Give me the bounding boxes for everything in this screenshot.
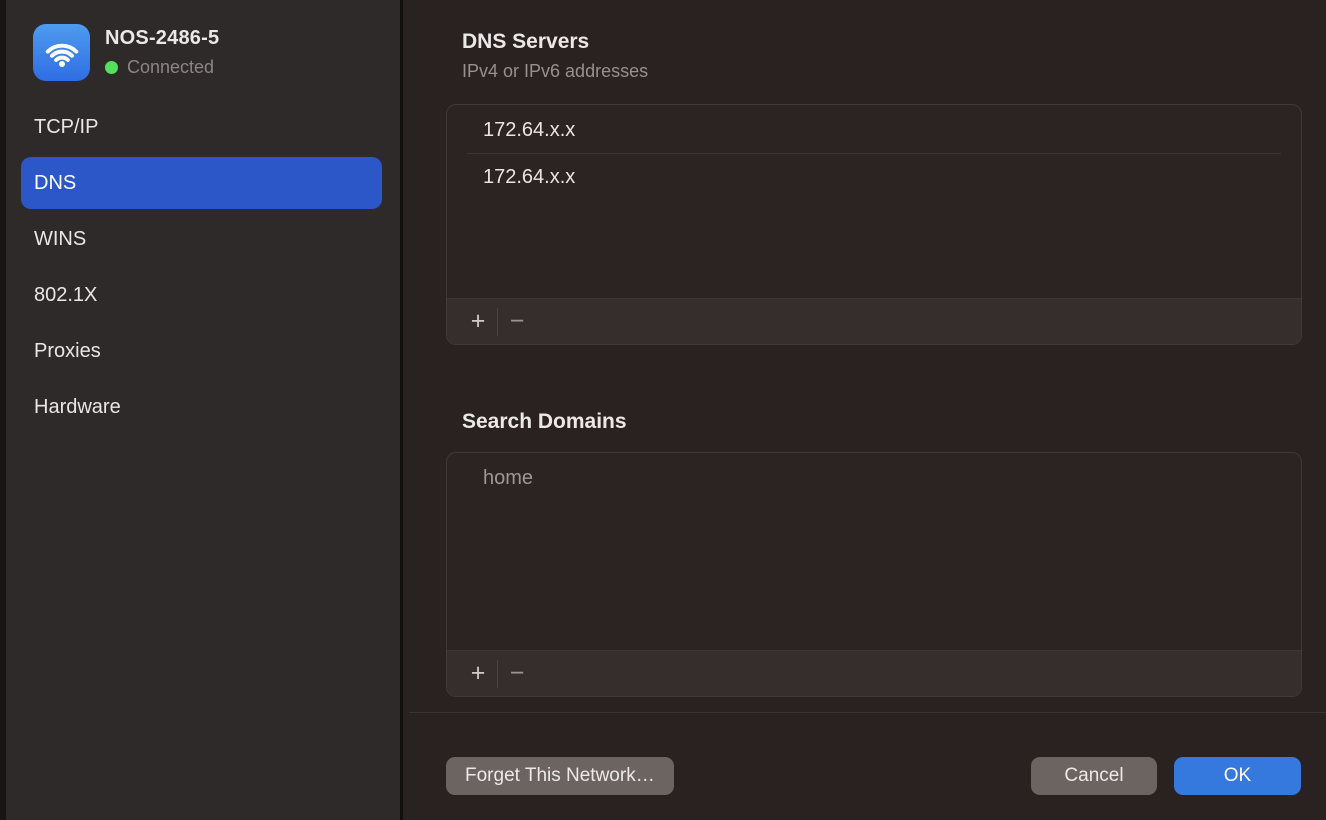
ok-button[interactable]: OK <box>1174 757 1301 795</box>
sidebar-item-hardware[interactable]: Hardware <box>21 381 382 433</box>
connection-status: Connected <box>105 57 219 78</box>
sidebar: NOS-2486-5 Connected TCP/IP DNS WINS 802… <box>0 0 403 820</box>
sidebar-item-proxies[interactable]: Proxies <box>21 325 382 377</box>
connection-header: NOS-2486-5 Connected <box>33 24 219 81</box>
dns-server-entry[interactable]: 172.64.x.x <box>447 107 1301 153</box>
search-domains-rows: home <box>447 453 1301 650</box>
remove-dns-server-button[interactable]: − <box>498 309 536 334</box>
dns-servers-list: 172.64.x.x 172.64.x.x + − <box>446 104 1302 345</box>
sidebar-item-wins[interactable]: WINS <box>21 213 382 265</box>
wifi-icon <box>33 24 90 81</box>
dns-servers-rows: 172.64.x.x 172.64.x.x <box>447 105 1301 298</box>
connection-name: NOS-2486-5 <box>105 27 219 50</box>
dns-servers-title: DNS Servers <box>462 30 589 54</box>
add-search-domain-button[interactable]: + <box>459 661 497 686</box>
status-dot-icon <box>105 61 118 74</box>
connection-status-label: Connected <box>127 57 214 78</box>
sidebar-item-8021x[interactable]: 802.1X <box>21 269 382 321</box>
cancel-button[interactable]: Cancel <box>1031 757 1157 795</box>
sidebar-item-dns[interactable]: DNS <box>21 157 382 209</box>
dns-servers-subtitle: IPv4 or IPv6 addresses <box>462 61 648 82</box>
bottom-action-bar: Forget This Network… Cancel OK <box>446 756 1301 796</box>
sidebar-item-tcpip[interactable]: TCP/IP <box>21 101 382 153</box>
network-settings-window: NOS-2486-5 Connected TCP/IP DNS WINS 802… <box>0 0 1326 820</box>
bottom-divider <box>409 712 1326 713</box>
search-domains-title: Search Domains <box>462 410 627 434</box>
dns-server-entry[interactable]: 172.64.x.x <box>447 154 1301 200</box>
remove-search-domain-button[interactable]: − <box>498 661 536 686</box>
forget-network-button[interactable]: Forget This Network… <box>446 757 674 795</box>
search-domain-entry[interactable]: home <box>447 455 1301 501</box>
search-domains-list: home + − <box>446 452 1302 697</box>
search-domains-list-footer: + − <box>447 650 1301 696</box>
dns-servers-list-footer: + − <box>447 298 1301 344</box>
connection-meta: NOS-2486-5 Connected <box>105 24 219 78</box>
sidebar-nav: TCP/IP DNS WINS 802.1X Proxies Hardware <box>6 101 400 437</box>
add-dns-server-button[interactable]: + <box>459 309 497 334</box>
dns-pane: DNS Servers IPv4 or IPv6 addresses 172.6… <box>409 0 1326 820</box>
